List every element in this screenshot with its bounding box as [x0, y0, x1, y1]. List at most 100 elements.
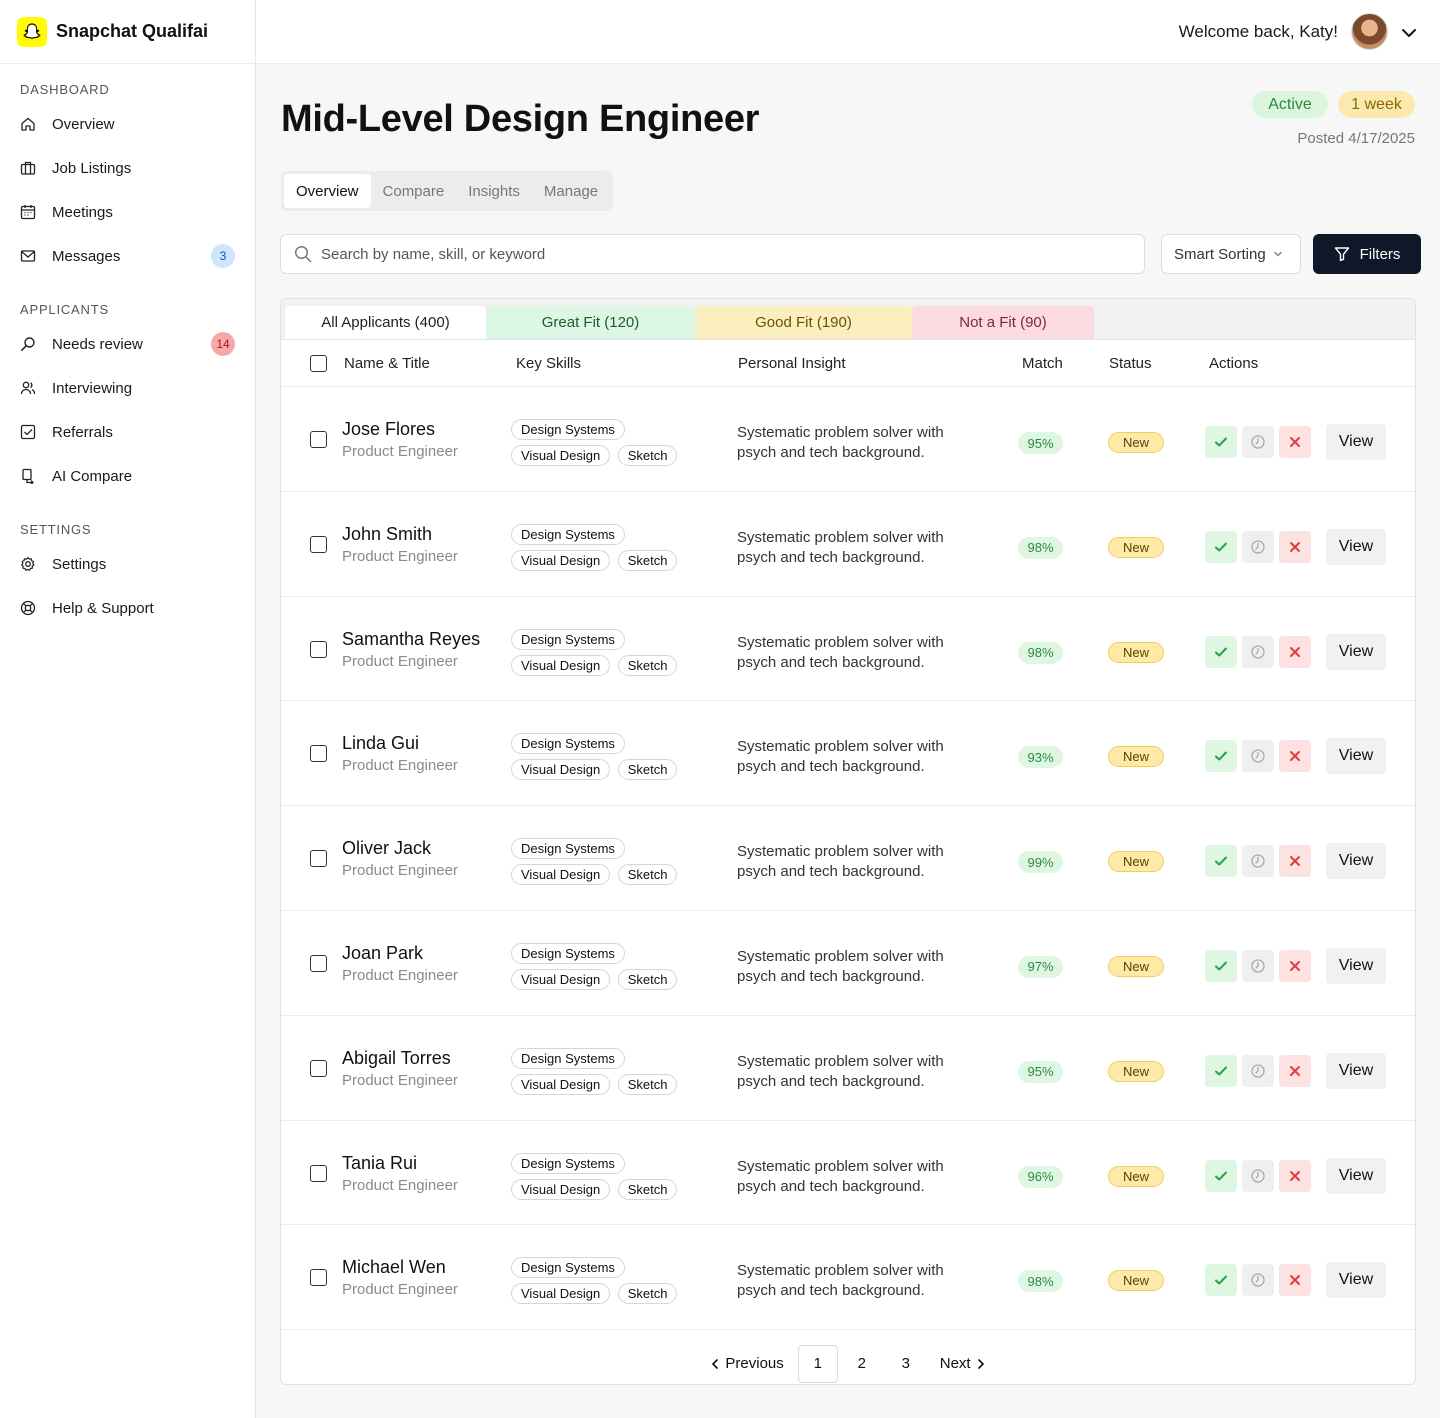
search-input[interactable] [321, 245, 1144, 263]
tab-manage[interactable]: Manage [532, 174, 610, 208]
row-checkbox[interactable] [310, 1059, 327, 1077]
sidebar-item-label: Job Listings [52, 159, 132, 177]
clock-icon [1251, 854, 1265, 868]
snooze-button[interactable] [1242, 1159, 1274, 1192]
previous-page-button[interactable]: Previous [705, 1345, 784, 1383]
view-button[interactable]: View [1326, 1262, 1386, 1299]
approve-button[interactable] [1205, 635, 1237, 668]
fit-tab-all[interactable]: All Applicants (400) [285, 306, 486, 339]
sidebar-item-job-listings[interactable]: Job Listings [0, 146, 255, 190]
skill-tag: Design Systems [511, 419, 625, 440]
fit-tab-good[interactable]: Good Fit (190) [695, 306, 912, 339]
candidate-name[interactable]: Linda Gui [342, 733, 458, 754]
snooze-button[interactable] [1242, 635, 1274, 668]
candidate-name[interactable]: Jose Flores [342, 419, 458, 440]
reject-button[interactable] [1279, 1054, 1311, 1087]
row-checkbox[interactable] [310, 1269, 327, 1287]
approve-button[interactable] [1205, 530, 1237, 563]
snooze-button[interactable] [1242, 426, 1274, 458]
next-page-button[interactable]: Next [940, 1345, 991, 1383]
sidebar-item-referrals[interactable]: Referrals [0, 410, 255, 454]
view-button[interactable]: View [1326, 947, 1386, 984]
view-button[interactable]: View [1326, 843, 1386, 880]
select-all-checkbox[interactable] [310, 355, 327, 372]
tab-compare[interactable]: Compare [371, 174, 457, 208]
reject-button[interactable] [1279, 740, 1311, 773]
candidate-name-title: Linda Gui Product Engineer [342, 733, 458, 774]
candidate-title: Product Engineer [342, 757, 458, 775]
close-icon [1290, 751, 1300, 762]
view-button[interactable]: View [1326, 1052, 1386, 1089]
sidebar-item-overview[interactable]: Overview [0, 102, 255, 146]
snooze-button[interactable] [1242, 530, 1274, 563]
row-checkbox[interactable] [310, 850, 327, 868]
chevron-down-icon[interactable] [1400, 24, 1418, 42]
tab-overview[interactable]: Overview [284, 174, 371, 208]
candidate-name[interactable]: Joan Park [342, 943, 458, 964]
sidebar-item-interviewing[interactable]: Interviewing [0, 366, 255, 410]
candidate-name[interactable]: Abigail Torres [342, 1048, 458, 1069]
match-badge: 98% [1018, 536, 1063, 559]
sidebar-item-label: Meetings [52, 203, 113, 221]
approve-button[interactable] [1205, 1054, 1237, 1087]
candidate-name[interactable]: Samantha Reyes [342, 629, 480, 650]
match-badge: 95% [1018, 1060, 1063, 1083]
sidebar-item-messages[interactable]: Messages 3 [0, 234, 255, 278]
row-checkbox[interactable] [310, 640, 327, 658]
view-button[interactable]: View [1326, 738, 1386, 775]
row-checkbox[interactable] [310, 954, 327, 972]
approve-button[interactable] [1205, 426, 1237, 458]
insight-line: Systematic problem solver with [737, 528, 944, 546]
sidebar-item-help-support[interactable]: Help & Support [0, 586, 255, 630]
table-row: Tania Rui Product Engineer Design System… [281, 1121, 1415, 1226]
row-checkbox[interactable] [310, 431, 327, 448]
tab-insights[interactable]: Insights [456, 174, 532, 208]
reject-button[interactable] [1279, 635, 1311, 668]
approve-button[interactable] [1205, 740, 1237, 773]
column-header: Status [1109, 355, 1152, 372]
top-bar: Welcome back, Katy! [256, 0, 1440, 64]
fit-tab-great[interactable]: Great Fit (120) [486, 306, 695, 339]
view-button[interactable]: View [1326, 633, 1386, 670]
sidebar-item-needs-review[interactable]: Needs review 14 [0, 322, 255, 366]
snooze-button[interactable] [1242, 845, 1274, 878]
row-checkbox[interactable] [310, 535, 327, 553]
snooze-button[interactable] [1242, 949, 1274, 982]
user-avatar[interactable] [1351, 13, 1388, 50]
snooze-button[interactable] [1242, 1264, 1274, 1297]
view-button[interactable]: View [1326, 1157, 1386, 1194]
sidebar-item-meetings[interactable]: Meetings [0, 190, 255, 234]
reject-button[interactable] [1279, 530, 1311, 563]
approve-button[interactable] [1205, 949, 1237, 982]
sidebar-item-ai-compare[interactable]: AI Compare [0, 454, 255, 498]
fit-tab-not[interactable]: Not a Fit (90) [912, 306, 1094, 339]
reject-button[interactable] [1279, 845, 1311, 878]
brand[interactable]: Snapchat Qualifai [0, 0, 255, 64]
page-3-button[interactable]: 3 [886, 1345, 926, 1383]
candidate-name[interactable]: Michael Wen [342, 1257, 458, 1278]
page-2-button[interactable]: 2 [842, 1345, 882, 1383]
reject-button[interactable] [1279, 426, 1311, 458]
candidate-name[interactable]: Tania Rui [342, 1153, 458, 1174]
reject-button[interactable] [1279, 1264, 1311, 1297]
sidebar-item-settings[interactable]: Settings [0, 542, 255, 586]
row-checkbox[interactable] [310, 745, 327, 763]
smart-sorting-select[interactable]: Smart Sorting [1161, 234, 1301, 274]
page-1-button[interactable]: 1 [797, 1344, 838, 1383]
approve-button[interactable] [1205, 845, 1237, 878]
row-checkbox[interactable] [310, 1164, 327, 1182]
skill-tag: Design Systems [511, 1152, 625, 1174]
snooze-button[interactable] [1242, 740, 1274, 773]
reject-button[interactable] [1279, 1159, 1311, 1192]
filters-button[interactable]: Filters [1313, 234, 1421, 274]
approve-button[interactable] [1205, 1159, 1237, 1192]
candidate-name[interactable]: John Smith [342, 524, 458, 545]
view-button[interactable]: View [1326, 424, 1386, 460]
view-button[interactable]: View [1326, 528, 1386, 565]
snooze-button[interactable] [1242, 1054, 1274, 1087]
approve-button[interactable] [1205, 1264, 1237, 1297]
reject-button[interactable] [1279, 949, 1311, 982]
candidate-name[interactable]: Oliver Jack [342, 838, 458, 859]
skill-tag: Sketch [617, 759, 678, 781]
clock-icon [1251, 749, 1265, 764]
